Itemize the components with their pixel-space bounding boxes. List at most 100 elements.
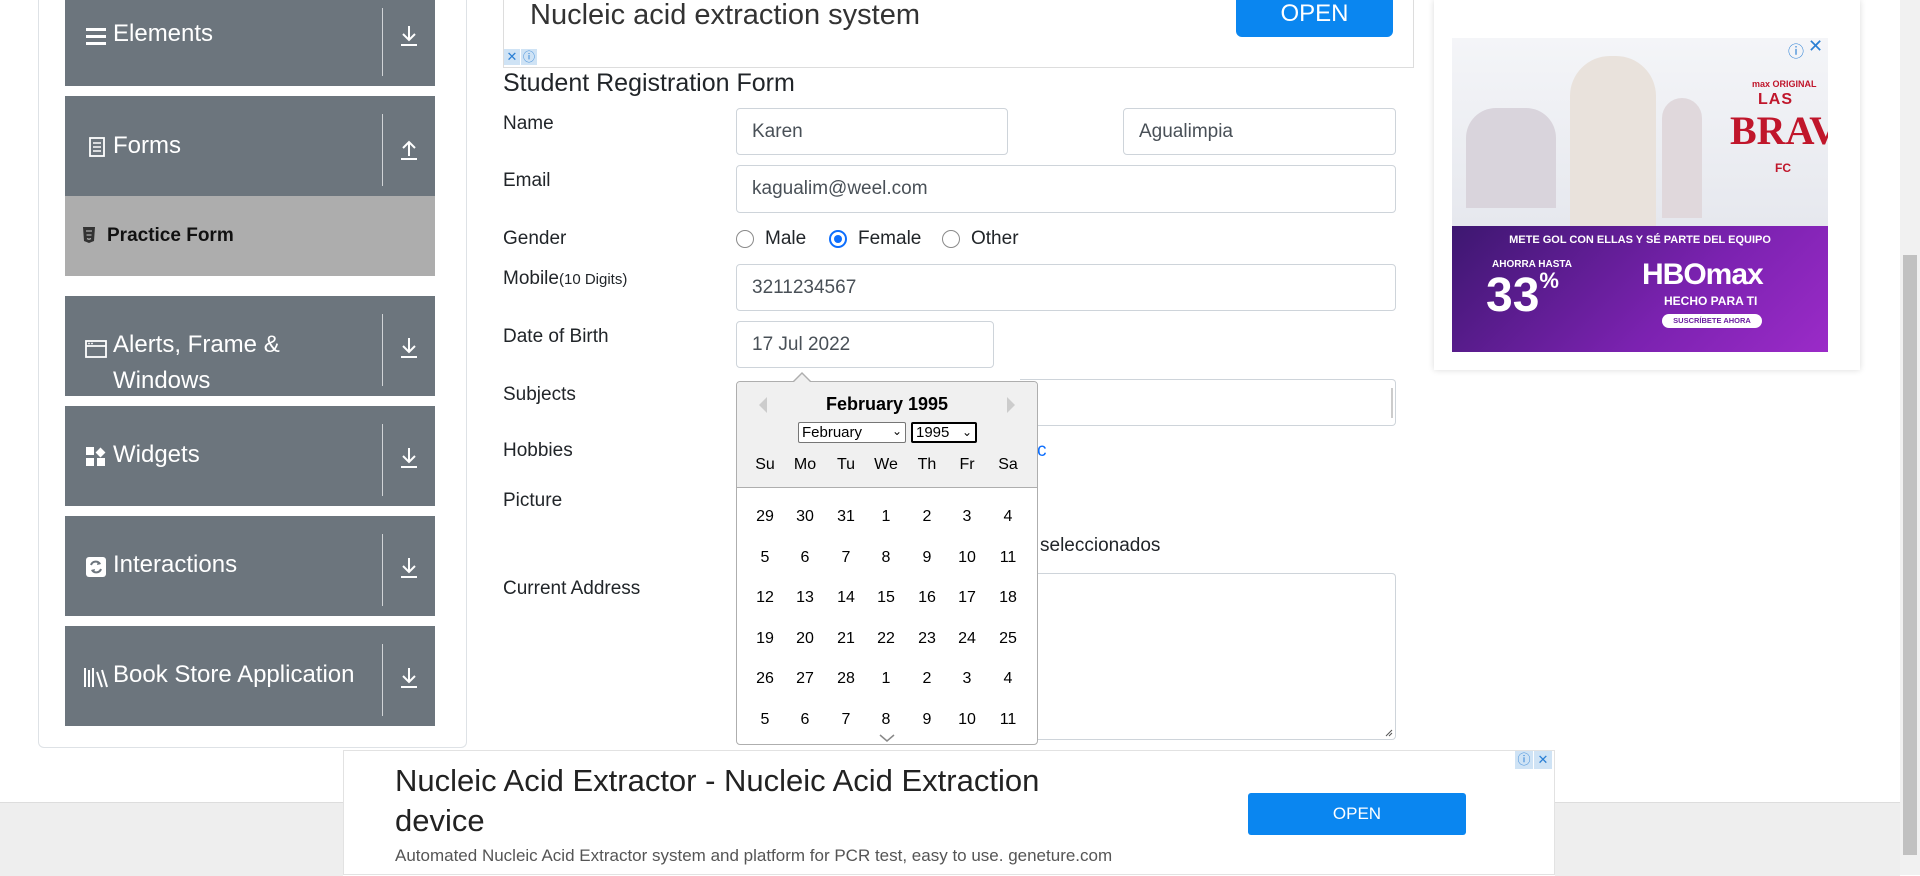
calendar-day[interactable]: 5 <box>745 711 785 729</box>
ad-title: Nucleic acid extraction system <box>530 0 921 31</box>
address-textarea[interactable] <box>1020 573 1396 740</box>
calendar-day[interactable]: 29 <box>745 508 785 526</box>
chevron-down-icon[interactable] <box>878 733 896 743</box>
ad-open-button[interactable]: OPEN <box>1236 0 1393 37</box>
month-select[interactable]: February ⌄ <box>798 422 906 443</box>
calendar-day[interactable]: 9 <box>907 711 947 729</box>
year-select[interactable]: 1995 ⌄ <box>911 422 977 443</box>
ad-sub: HECHO PARA TI <box>1664 294 1758 308</box>
gender-option-label[interactable]: Other <box>971 228 1019 250</box>
resize-handle-icon[interactable] <box>1383 727 1393 737</box>
subjects-input[interactable] <box>1020 379 1396 426</box>
calendar-day[interactable]: 6 <box>785 549 825 567</box>
sidebar-item-practice-form[interactable]: Practice Form <box>65 196 435 276</box>
top-ad-banner[interactable]: Nucleic acid extraction system OPEN ✕ ⓘ <box>503 0 1414 68</box>
footer <box>0 802 343 876</box>
sidebar-group-forms[interactable]: Forms <box>65 96 435 196</box>
download-arrow-icon[interactable] <box>393 662 425 694</box>
ad-team-figure <box>1662 98 1702 218</box>
calendar-day[interactable]: 5 <box>745 549 785 567</box>
calendar-day[interactable]: 10 <box>947 711 987 729</box>
ad-image[interactable]: max ORIGINAL LAS BRAVAS FC METE GOL CON … <box>1452 38 1828 352</box>
download-arrow-icon[interactable] <box>393 442 425 474</box>
download-arrow-icon[interactable] <box>393 332 425 364</box>
calendar-day[interactable]: 26 <box>745 670 785 688</box>
ad-open-button[interactable]: OPEN <box>1248 793 1466 835</box>
sidebar-group-alerts-frame-windows[interactable]: Alerts, Frame & Windows <box>65 296 435 396</box>
calendar-day[interactable]: 15 <box>866 589 906 607</box>
scrollbar-thumb[interactable] <box>1903 255 1917 855</box>
datepicker-caret-inner <box>794 374 810 382</box>
ad-info-icon[interactable]: ⓘ <box>1788 38 1804 62</box>
ad-close-icon[interactable]: ✕ <box>504 49 520 65</box>
gender-female-radio[interactable] <box>829 230 847 248</box>
calendar-day[interactable]: 2 <box>907 508 947 526</box>
ad-title-main: BRAVAS <box>1730 108 1828 153</box>
mobile-input[interactable]: 3211234567 <box>736 264 1396 311</box>
download-arrow-icon[interactable] <box>393 552 425 584</box>
calendar-day[interactable]: 11 <box>988 711 1028 729</box>
hobbies-label: Hobbies <box>503 440 573 461</box>
calendar-day[interactable]: 18 <box>988 589 1028 607</box>
calendar-day[interactable]: 1 <box>866 508 906 526</box>
calendar-day[interactable]: 17 <box>947 589 987 607</box>
day-name: Sa <box>998 456 1018 473</box>
dob-input[interactable]: 17 Jul 2022 <box>736 321 994 368</box>
calendar-day[interactable]: 22 <box>866 630 906 648</box>
sidebar-group-elements[interactable]: Elements <box>65 0 435 86</box>
calendar-day[interactable]: 6 <box>785 711 825 729</box>
calendar-day[interactable]: 8 <box>866 711 906 729</box>
divider <box>382 8 383 76</box>
calendar-day[interactable]: 10 <box>947 549 987 567</box>
calendar-day[interactable]: 7 <box>826 549 866 567</box>
ad-info-icon[interactable]: ⓘ <box>521 49 537 65</box>
calendar-day[interactable]: 7 <box>826 711 866 729</box>
email-input[interactable]: kagualim@weel.com <box>736 165 1396 213</box>
first-name-input[interactable]: Karen <box>736 108 1008 155</box>
calendar-day[interactable]: 11 <box>988 549 1028 567</box>
gender-option-label[interactable]: Male <box>765 228 806 250</box>
calendar-day[interactable]: 19 <box>745 630 785 648</box>
calendar-day[interactable]: 8 <box>866 549 906 567</box>
sidebar-group-book-store[interactable]: Book Store Application <box>65 626 435 726</box>
download-arrow-icon[interactable] <box>393 20 425 52</box>
calendar-day[interactable]: 12 <box>745 589 785 607</box>
gender-option-label[interactable]: Female <box>858 228 921 250</box>
ad-close-icon[interactable]: ✕ <box>1808 36 1823 57</box>
last-name-input[interactable]: Agualimpia <box>1123 108 1396 155</box>
sidebar-group-widgets[interactable]: Widgets <box>65 406 435 506</box>
calendar-day[interactable]: 2 <box>907 670 947 688</box>
calendar-day[interactable]: 16 <box>907 589 947 607</box>
right-ad[interactable]: max ORIGINAL LAS BRAVAS FC METE GOL CON … <box>1434 0 1860 370</box>
calendar-day[interactable]: 20 <box>785 630 825 648</box>
divider <box>382 424 383 496</box>
calendar-day[interactable]: 23 <box>907 630 947 648</box>
ad-info-icon[interactable]: ⓘ <box>1515 751 1533 769</box>
calendar-day[interactable]: 3 <box>947 670 987 688</box>
gender-male-radio[interactable] <box>736 230 754 248</box>
calendar-day[interactable]: 4 <box>988 508 1028 526</box>
calendar-day[interactable]: 1 <box>866 670 906 688</box>
calendar-day[interactable]: 31 <box>826 508 866 526</box>
ad-percent-sign: % <box>1539 268 1559 293</box>
calendar-day[interactable]: 21 <box>826 630 866 648</box>
calendar-day[interactable]: 24 <box>947 630 987 648</box>
calendar-day[interactable]: 27 <box>785 670 825 688</box>
gender-other-radio[interactable] <box>942 230 960 248</box>
ad-cta-button[interactable]: SUSCRÍBETE AHORA <box>1662 314 1762 328</box>
ad-close-icon[interactable]: ✕ <box>1534 751 1552 769</box>
gender-label: Gender <box>503 228 567 249</box>
calendar-day[interactable]: 25 <box>988 630 1028 648</box>
sidebar-group-interactions[interactable]: Interactions <box>65 516 435 616</box>
hobby-option-partial[interactable]: c <box>1037 440 1047 462</box>
bottom-ad-banner[interactable]: Nucleic Acid Extractor - Nucleic Acid Ex… <box>343 750 1555 875</box>
calendar-day[interactable]: 30 <box>785 508 825 526</box>
calendar-day[interactable]: 3 <box>947 508 987 526</box>
upload-arrow-icon[interactable] <box>393 134 425 166</box>
calendar-day[interactable]: 14 <box>826 589 866 607</box>
divider <box>382 314 383 386</box>
calendar-day[interactable]: 28 <box>826 670 866 688</box>
calendar-day[interactable]: 9 <box>907 549 947 567</box>
calendar-day[interactable]: 4 <box>988 670 1028 688</box>
calendar-day[interactable]: 13 <box>785 589 825 607</box>
